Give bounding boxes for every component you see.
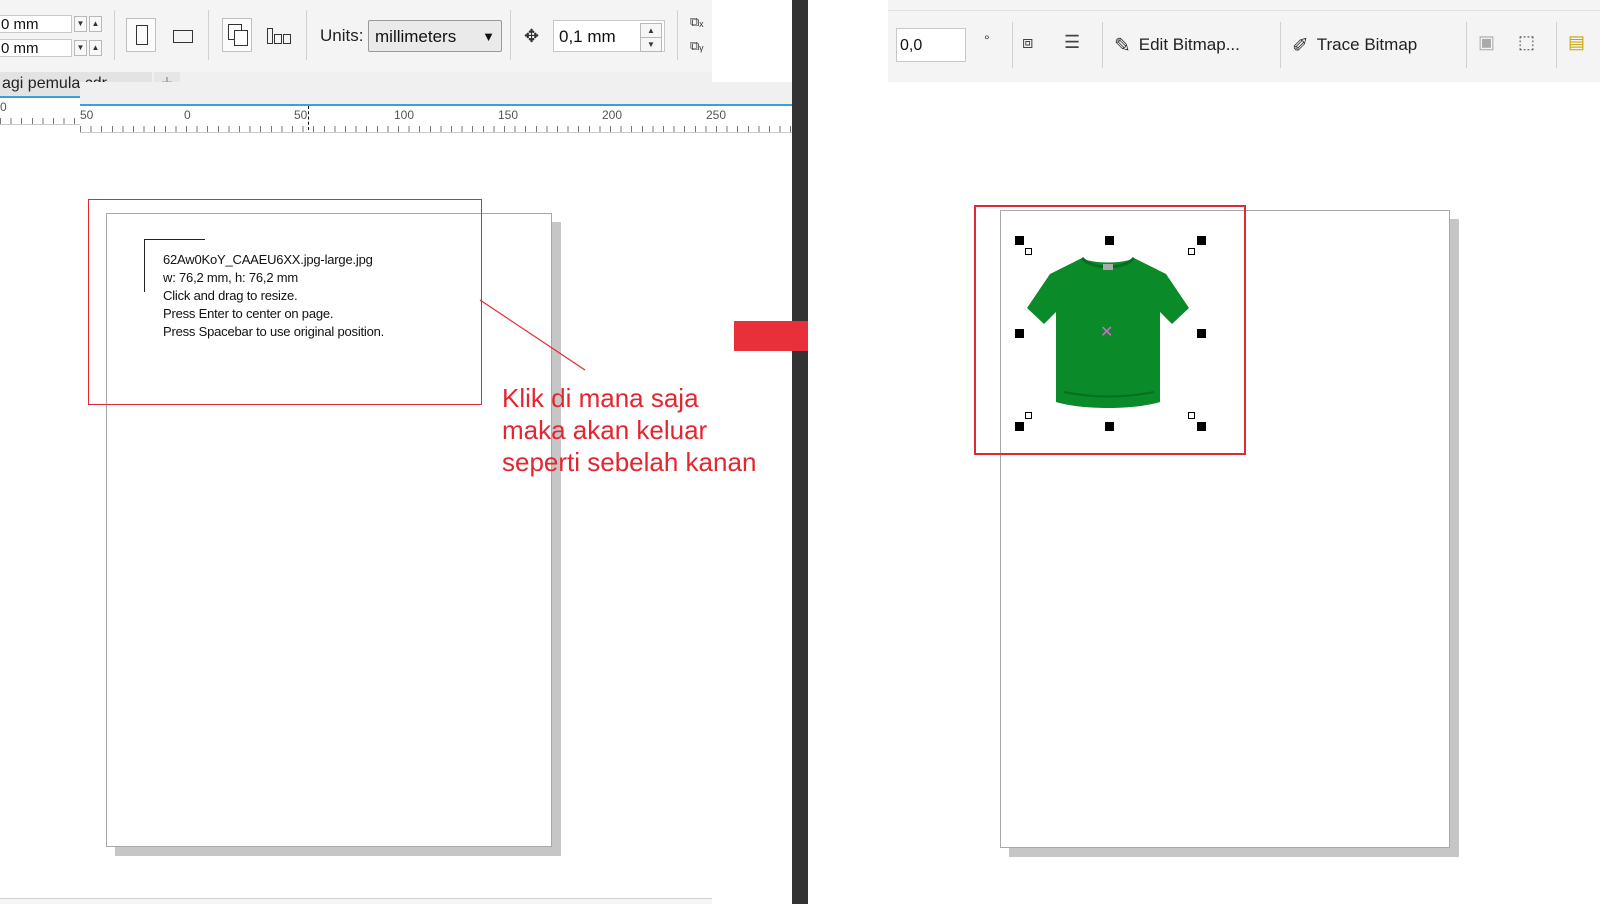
edit-bitmap-label: Edit Bitmap... bbox=[1138, 35, 1240, 54]
edit-bitmap-icon: ✎ bbox=[1114, 34, 1131, 57]
ruler-label: 100 bbox=[394, 108, 415, 122]
ruler-label: 50 bbox=[294, 108, 308, 122]
toolbar-separator bbox=[1556, 22, 1557, 68]
annotation-line: maka akan keluar bbox=[502, 415, 708, 445]
annotation-line: Klik di mana saja bbox=[502, 383, 699, 413]
rotation-angle-field[interactable]: 0,0 bbox=[896, 28, 966, 62]
rotation-angle-value: 0,0 bbox=[900, 37, 923, 54]
rotation-handle-icon[interactable] bbox=[1025, 412, 1032, 419]
toolbar-separator bbox=[1280, 22, 1281, 68]
bitmap-color-mask-icon[interactable]: ▤ bbox=[1568, 32, 1585, 53]
horizontal-scrollbar[interactable] bbox=[0, 898, 712, 904]
trace-bitmap-icon: ✐ bbox=[1292, 34, 1309, 57]
annotation-line: seperti sebelah kanan bbox=[502, 447, 757, 477]
degree-symbol: ° bbox=[984, 32, 990, 48]
selection-handle-top[interactable] bbox=[1105, 236, 1114, 245]
bitmap-property-bar: 0,0 ° ⧈ ☰ ✎ Edit Bitmap... ✐ Trace Bitma… bbox=[888, 0, 1600, 82]
selection-handle-top-left[interactable] bbox=[1015, 236, 1024, 245]
crop-bitmap-icon[interactable]: ▣ bbox=[1478, 32, 1495, 53]
ruler-label: 150 bbox=[498, 108, 519, 122]
selection-handle-left[interactable] bbox=[1015, 329, 1024, 338]
document-tab-bar-right bbox=[80, 82, 792, 106]
toolbar-separator bbox=[1012, 22, 1013, 68]
align-icon[interactable]: ☰ bbox=[1064, 32, 1080, 53]
toolbar-separator bbox=[1466, 22, 1467, 68]
toolbar-separator bbox=[1102, 22, 1103, 68]
rotation-handle-icon[interactable] bbox=[1188, 412, 1195, 419]
rotation-handle-icon[interactable] bbox=[1025, 248, 1032, 255]
edit-bitmap-node-icon[interactable]: ⬚ bbox=[1518, 32, 1535, 53]
toolbar-top-strip bbox=[888, 0, 1600, 11]
rotation-handle-icon[interactable] bbox=[1188, 248, 1195, 255]
selection-center-icon[interactable]: ✕ bbox=[1100, 322, 1113, 342]
selection-handle-bottom-left[interactable] bbox=[1015, 422, 1024, 431]
horizontal-ruler-right[interactable]: 50 0 50 100 150 200 250 bbox=[80, 106, 792, 133]
ruler-ticks bbox=[80, 126, 792, 132]
ruler-label: 250 bbox=[706, 108, 727, 122]
trace-bitmap-label: Trace Bitmap bbox=[1316, 35, 1418, 54]
selection-handle-bottom-right[interactable] bbox=[1197, 422, 1206, 431]
selection-handle-top-right[interactable] bbox=[1197, 236, 1206, 245]
selection-handle-right[interactable] bbox=[1197, 329, 1206, 338]
ruler-label: 0 bbox=[184, 108, 191, 122]
trace-bitmap-button[interactable]: ✐ Trace Bitmap bbox=[1292, 28, 1417, 62]
selection-handle-bottom[interactable] bbox=[1105, 422, 1114, 431]
edit-bitmap-button[interactable]: ✎ Edit Bitmap... bbox=[1114, 28, 1240, 62]
cursor-position-marker bbox=[308, 106, 310, 130]
left-screenshot-panel: 0 mm ▼ ▲ 0 mm ▼ ▲ Units: millimeters ▼ ✥… bbox=[0, 0, 792, 904]
instruction-annotation: Klik di mana saja maka akan keluar seper… bbox=[502, 382, 756, 478]
ruler-label: 50 bbox=[80, 108, 94, 122]
panel-divider bbox=[792, 0, 808, 904]
mirror-horizontal-icon[interactable]: ⧈ bbox=[1022, 32, 1033, 53]
ruler-label: 200 bbox=[602, 108, 623, 122]
